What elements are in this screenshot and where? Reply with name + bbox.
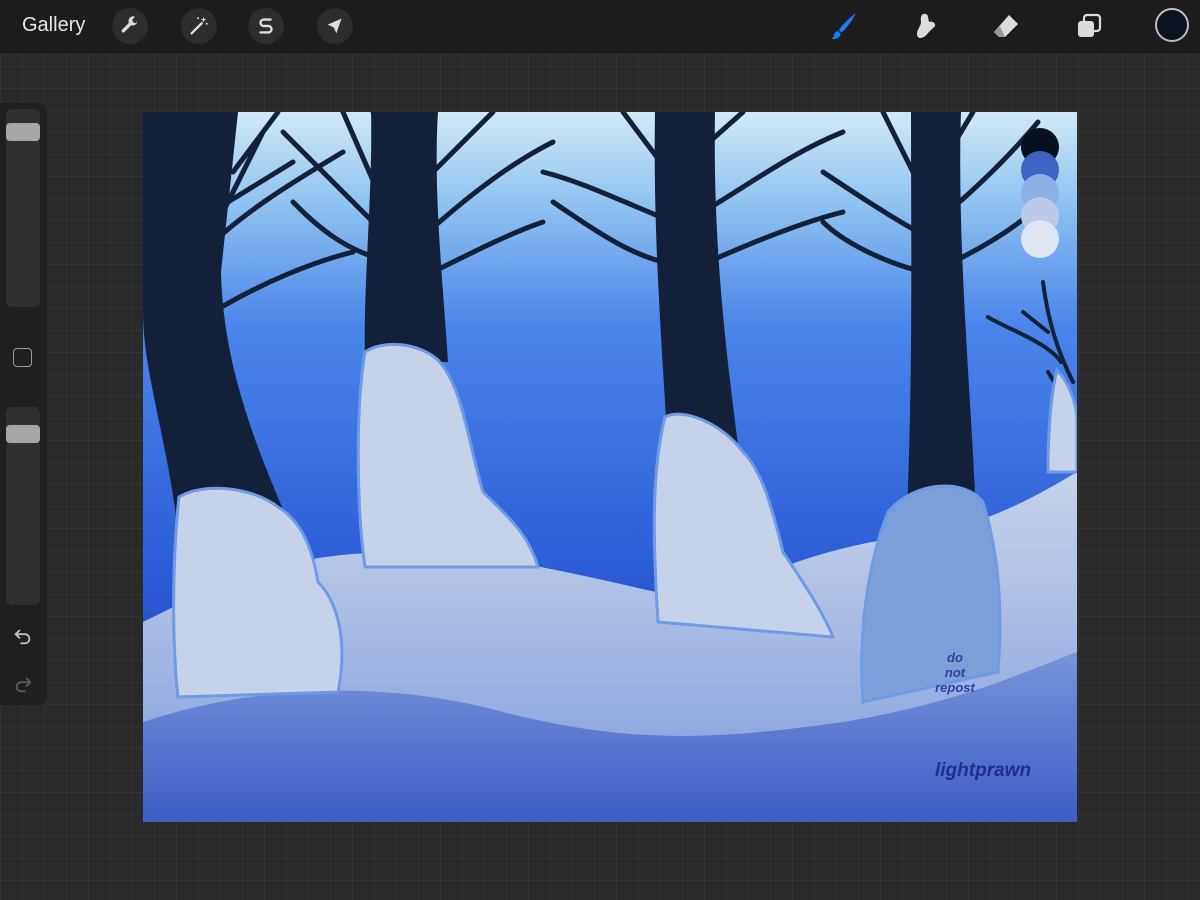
- selection-button[interactable]: [248, 8, 284, 44]
- brush-size-thumb[interactable]: [6, 123, 40, 141]
- watermark-line: do: [947, 650, 963, 665]
- wrench-icon: [121, 16, 138, 33]
- brush-size-slider[interactable]: [6, 109, 40, 307]
- watermark-line: not: [944, 665, 966, 680]
- gallery-button[interactable]: Gallery: [22, 14, 85, 37]
- layers-icon: [1078, 13, 1102, 37]
- watermark: do not repost: [923, 650, 987, 695]
- eraser-tool-button[interactable]: [988, 8, 1024, 44]
- eraser-icon: [994, 15, 1018, 37]
- magic-wand-icon: [190, 16, 208, 35]
- selection-s-icon: [259, 18, 273, 34]
- artwork: [143, 112, 1077, 822]
- opacity-thumb[interactable]: [6, 425, 40, 443]
- arrow-transform-icon: [327, 18, 342, 34]
- palette-swatch: [1021, 220, 1059, 258]
- opacity-slider[interactable]: [6, 407, 40, 605]
- redo-icon[interactable]: [12, 673, 34, 695]
- drawing-canvas[interactable]: do not repost lightprawn: [143, 112, 1077, 822]
- color-picker-button[interactable]: [1155, 8, 1189, 42]
- modify-button[interactable]: [13, 348, 32, 367]
- transform-button[interactable]: [317, 8, 353, 44]
- brush-tool-button[interactable]: [826, 8, 862, 44]
- color-palette: [1021, 128, 1059, 258]
- tree-trunk: [364, 112, 448, 362]
- smudge-icon: [917, 13, 936, 39]
- adjustments-button[interactable]: [181, 8, 217, 44]
- sidebar: [0, 103, 47, 705]
- layers-button[interactable]: [1071, 8, 1107, 44]
- brush-icon: [831, 13, 856, 40]
- smudge-tool-button[interactable]: [908, 8, 944, 44]
- artist-signature: lightprawn: [935, 760, 1032, 781]
- top-toolbar: Gallery: [0, 0, 1200, 53]
- watermark-line: repost: [935, 680, 975, 695]
- actions-button[interactable]: [112, 8, 148, 44]
- undo-icon[interactable]: [12, 625, 34, 647]
